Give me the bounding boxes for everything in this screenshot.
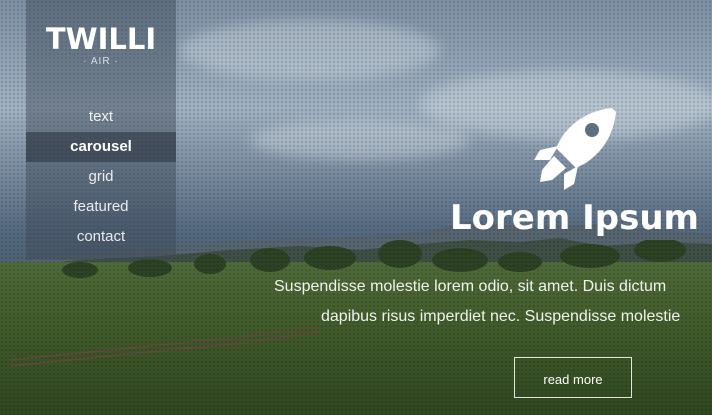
nav-item-text[interactable]: text — [26, 102, 176, 132]
rocket-icon — [534, 108, 616, 190]
brand-subtitle: · AIR · — [83, 56, 119, 67]
side-nav: TWILLI · AIR · text carousel grid featur… — [26, 0, 176, 260]
read-more-button[interactable]: read more — [514, 357, 632, 398]
nav-item-featured[interactable]: featured — [26, 192, 176, 222]
brand-logo[interactable]: TWILLI — [26, 22, 176, 56]
hero-description: Suspendisse molestie lorem odio, sit ame… — [274, 272, 712, 332]
hero-description-line-1: Suspendisse molestie lorem odio, sit ame… — [274, 278, 667, 295]
hero-description-line-2: dapibus risus imperdiet nec. Suspendisse… — [321, 308, 681, 325]
nav-item-carousel[interactable]: carousel — [26, 132, 176, 162]
nav-menu: text carousel grid featured contact — [26, 102, 176, 252]
nav-item-grid[interactable]: grid — [26, 162, 176, 192]
hero-title: Lorem Ipsum — [450, 198, 699, 238]
nav-item-contact[interactable]: contact — [26, 222, 176, 252]
